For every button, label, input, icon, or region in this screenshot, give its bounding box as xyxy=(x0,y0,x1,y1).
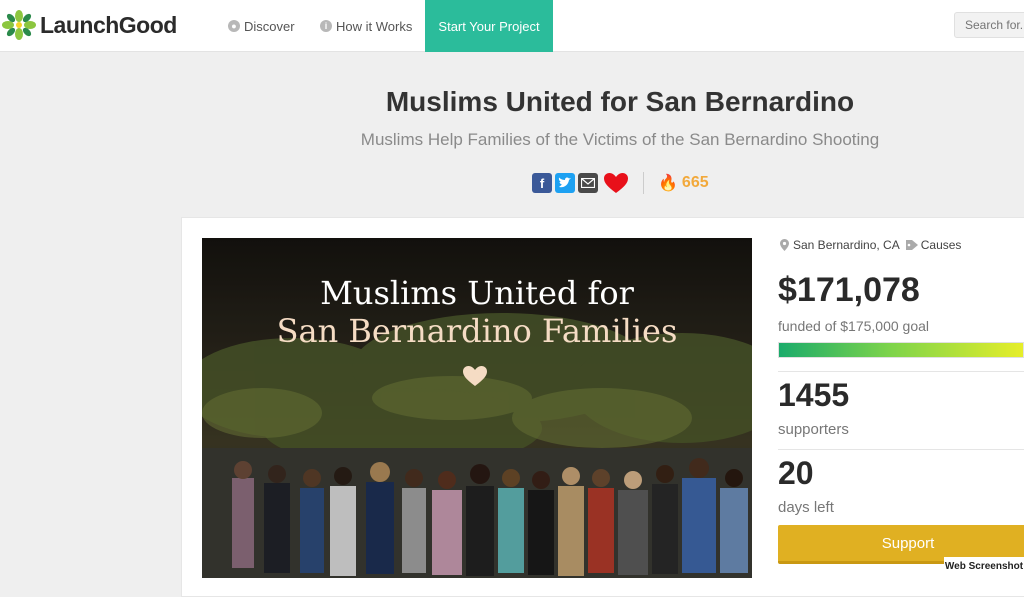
nav-how-it-works-label: How it Works xyxy=(336,19,412,34)
fire-icon: 🔥 xyxy=(658,173,678,193)
campaign-location[interactable]: San Bernardino, CA xyxy=(793,238,900,252)
days-left-count: 20 xyxy=(778,455,814,492)
web-screenshot-watermark: Web Screenshot xyxy=(944,557,1024,576)
nav-discover-label: Discover xyxy=(244,19,295,34)
email-icon[interactable] xyxy=(578,173,598,193)
nav-discover[interactable]: ● Discover xyxy=(228,0,295,52)
amount-raised: $171,078 xyxy=(778,271,920,310)
start-project-button[interactable]: Start Your Project xyxy=(425,0,553,52)
fire-count: 665 xyxy=(682,174,709,192)
leaf-logo-icon xyxy=(2,10,36,40)
share-divider xyxy=(643,172,644,194)
launchgood-logo[interactable]: LaunchGood xyxy=(2,10,177,40)
hero-title-line2: San Bernardino Families xyxy=(202,312,752,350)
divider xyxy=(778,449,1024,450)
twitter-icon[interactable] xyxy=(555,173,575,193)
hero-title-line1: Muslims United for xyxy=(202,274,752,312)
campaign-title: Muslims United for San Bernardino xyxy=(0,86,1024,118)
info-icon: i xyxy=(320,20,332,32)
location-pin-icon xyxy=(780,239,789,251)
logo-text: LaunchGood xyxy=(40,12,177,39)
campaign-category[interactable]: Causes xyxy=(921,238,962,252)
nav-how-it-works[interactable]: i How it Works xyxy=(320,0,412,52)
goal-text: funded of $175,000 goal xyxy=(778,318,929,334)
search-input[interactable] xyxy=(954,12,1024,38)
top-navigation-bar: LaunchGood ● Discover i How it Works Sta… xyxy=(0,0,1024,52)
supporters-count: 1455 xyxy=(778,377,849,414)
hero-heart-icon xyxy=(462,365,488,387)
divider xyxy=(778,371,1024,372)
campaign-meta: San Bernardino, CA Causes xyxy=(780,238,961,252)
days-left-label: days left xyxy=(778,499,834,516)
tag-icon xyxy=(906,240,918,250)
funding-progress-bar xyxy=(778,342,1024,358)
supporters-label: supporters xyxy=(778,421,849,438)
globe-icon: ● xyxy=(228,20,240,32)
campaign-subtitle: Muslims Help Families of the Victims of … xyxy=(0,130,1024,150)
facebook-icon[interactable]: f xyxy=(532,173,552,193)
share-row: f 🔥 665 xyxy=(532,171,709,195)
heart-icon[interactable] xyxy=(603,172,629,194)
